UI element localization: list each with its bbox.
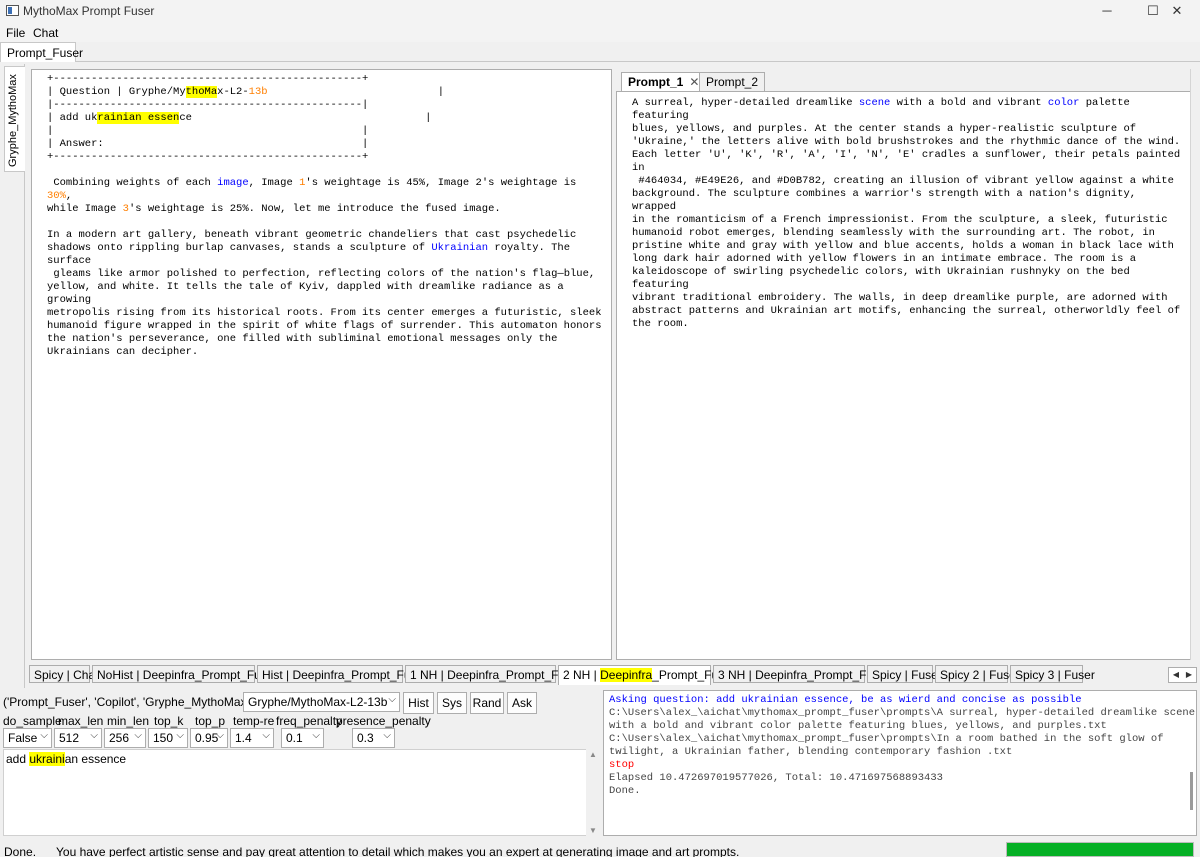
top-k-label: top_k bbox=[154, 714, 184, 728]
minimize-button[interactable]: ─ bbox=[1084, 0, 1130, 22]
chevron-down-icon: ⌵ bbox=[40, 730, 48, 741]
freq-penalty-label: freq_penalty bbox=[276, 714, 343, 728]
top-p-label: top_p bbox=[195, 714, 226, 728]
min-len-select[interactable]: 256 ⌵ bbox=[104, 728, 146, 748]
log-scrollbar-thumb[interactable] bbox=[1190, 772, 1193, 810]
presence-penalty-label: presence_penalty bbox=[336, 714, 431, 728]
chevron-down-icon: ⌵ bbox=[90, 730, 98, 741]
log-line: twilight, a Ukrainian father, blending c… bbox=[609, 746, 1013, 758]
min-len-label: min_len bbox=[107, 714, 150, 728]
box-separator: |---------------------------------------… bbox=[47, 99, 369, 111]
log-line: Done. bbox=[609, 785, 641, 797]
tab-hist-deepinfra[interactable]: Hist | Deepinfra_Prompt_Fuser bbox=[257, 665, 427, 683]
side-tab-label: Gryphe_MythoMax bbox=[7, 74, 19, 167]
minimize-icon: ─ bbox=[1102, 3, 1112, 18]
question-line: | Question | Gryphe/MythoMax-L2-13b | bbox=[47, 86, 444, 98]
chevron-down-icon: ⌵ bbox=[216, 730, 224, 741]
scroll-up-icon[interactable]: ▲ bbox=[589, 750, 597, 759]
box-empty-line: | | bbox=[47, 125, 369, 137]
chat-output-panel[interactable]: +---------------------------------------… bbox=[31, 69, 612, 660]
fused-description-paragraph: In a modern art gallery, beneath vibrant… bbox=[47, 229, 602, 358]
tab-prompt-fuser[interactable]: Prompt_Fuser bbox=[0, 42, 83, 62]
chevron-down-icon: ⌵ bbox=[134, 730, 142, 741]
tab-prompt-2[interactable]: Prompt_2 bbox=[699, 72, 766, 91]
sys-button[interactable]: Sys bbox=[437, 692, 467, 714]
session-tab-bar: Spicy | Chat NoHist | Deepinfra_Prompt_F… bbox=[29, 665, 1167, 685]
rand-button[interactable]: Rand bbox=[470, 692, 504, 714]
chevron-down-icon: ⌵ bbox=[383, 730, 391, 741]
tab-scroll-buttons: ◀ ▶ bbox=[1168, 667, 1197, 683]
chevron-down-icon: ⌵ bbox=[262, 730, 270, 741]
weights-paragraph: Combining weights of each image, Image 1… bbox=[47, 177, 583, 215]
chevron-down-icon: ⌵ bbox=[388, 694, 396, 705]
tab-spicy2-fuser[interactable]: Spicy 2 | Fuser bbox=[935, 665, 1020, 683]
freq-penalty-select[interactable]: 0.1 ⌵ bbox=[281, 728, 324, 748]
close-tab-icon[interactable]: ✕ bbox=[689, 75, 699, 89]
tab-spicy-chat[interactable]: Spicy | Chat bbox=[29, 665, 98, 683]
question-text-line: | add ukrainian essence | bbox=[47, 112, 432, 124]
tab-spicy3-fuser[interactable]: Spicy 3 | Fuser bbox=[1010, 665, 1095, 683]
menu-chat[interactable]: Chat bbox=[33, 26, 58, 40]
log-line: C:\Users\alex_\aichat\mythomax_prompt_fu… bbox=[609, 707, 1195, 719]
temp-re-select[interactable]: 1.4 ⌵ bbox=[230, 728, 274, 748]
question-input-scrollbar[interactable]: ▲ ▼ bbox=[586, 749, 600, 836]
close-icon: ✕ bbox=[1171, 3, 1183, 18]
log-line: Asking question: add ukrainian essence, … bbox=[609, 694, 1082, 706]
tab-2nh-deepinfra[interactable]: 2 NH | Deepinfra_Prompt_Fuser bbox=[558, 665, 735, 685]
top-p-select[interactable]: 0.95 ⌵ bbox=[190, 728, 228, 748]
tab-spicy-fuser[interactable]: Spicy | Fuser bbox=[867, 665, 942, 683]
context-tuple-label: ('Prompt_Fuser', 'Copilot', 'Gryphe_Myth… bbox=[3, 695, 283, 709]
right-panel-scrollbar[interactable] bbox=[1190, 69, 1198, 660]
log-line: C:\Users\alex_\aichat\mythomax_prompt_fu… bbox=[609, 733, 1164, 745]
menu-file[interactable]: File bbox=[6, 26, 25, 40]
box-border-bottom: +---------------------------------------… bbox=[47, 151, 369, 163]
ask-button[interactable]: Ask bbox=[507, 692, 537, 714]
progress-bar bbox=[1006, 842, 1194, 857]
do-sample-select[interactable]: False ⌵ bbox=[3, 728, 52, 748]
system-prompt-text: You have perfect artistic sense and pay … bbox=[56, 845, 740, 857]
tab-prompt-1[interactable]: Prompt_1 ✕ bbox=[621, 72, 707, 92]
tab-1nh-deepinfra[interactable]: 1 NH | Deepinfra_Prompt_Fuser bbox=[405, 665, 582, 683]
tab-nohist-deepinfra[interactable]: NoHist | Deepinfra_Prompt_Fuser bbox=[92, 665, 278, 683]
log-line: with a bold and vibrant color palette fe… bbox=[609, 720, 1107, 732]
max-len-label: max_len bbox=[58, 714, 104, 728]
chevron-down-icon: ⌵ bbox=[312, 730, 320, 741]
title-bar: MythoMax Prompt Fuser ─ ☐ ✕ bbox=[0, 0, 1200, 22]
model-select[interactable]: Gryphe/MythoMax-L2-13b ⌵ bbox=[243, 692, 400, 712]
log-line: Elapsed 10.472697019577026, Total: 10.47… bbox=[609, 772, 943, 784]
close-button[interactable]: ✕ bbox=[1154, 0, 1200, 22]
presence-penalty-select[interactable]: 0.3 ⌵ bbox=[352, 728, 395, 748]
progress-fill bbox=[1007, 843, 1193, 856]
log-output-panel[interactable]: Asking question: add ukrainian essence, … bbox=[603, 690, 1197, 836]
tab-scroll-left-icon[interactable]: ◀ bbox=[1170, 668, 1183, 682]
prompt-paragraph: A surreal, hyper-detailed dreamlike scen… bbox=[632, 97, 1181, 330]
window-title: MythoMax Prompt Fuser bbox=[23, 4, 155, 18]
do-sample-label: do_sample bbox=[3, 714, 62, 728]
tab-scroll-right-icon[interactable]: ▶ bbox=[1183, 668, 1196, 682]
hist-button[interactable]: Hist bbox=[403, 692, 434, 714]
top-k-select[interactable]: 150 ⌵ bbox=[148, 728, 188, 748]
side-tab-gryphe-mythomax[interactable]: Gryphe_MythoMax bbox=[4, 66, 25, 172]
log-line: stop bbox=[609, 759, 635, 771]
status-text: Done. bbox=[4, 845, 37, 857]
menu-bar: File Chat bbox=[0, 22, 1200, 42]
answer-line: | Answer: | bbox=[47, 138, 369, 150]
box-border-top: +---------------------------------------… bbox=[47, 73, 369, 85]
app-icon bbox=[6, 5, 19, 16]
chevron-down-icon: ⌵ bbox=[176, 730, 184, 741]
prompt-text-panel[interactable]: A surreal, hyper-detailed dreamlike scen… bbox=[616, 91, 1193, 660]
log-scrollbar[interactable] bbox=[1188, 690, 1197, 836]
scroll-down-icon[interactable]: ▼ bbox=[589, 826, 597, 835]
temp-re-label: temp-re bbox=[233, 714, 275, 728]
question-input[interactable]: add ukrainian essence bbox=[3, 749, 600, 836]
tab-3nh-deepinfra[interactable]: 3 NH | Deepinfra_Prompt_Fuser bbox=[713, 665, 890, 683]
max-len-select[interactable]: 512 ⌵ bbox=[54, 728, 102, 748]
